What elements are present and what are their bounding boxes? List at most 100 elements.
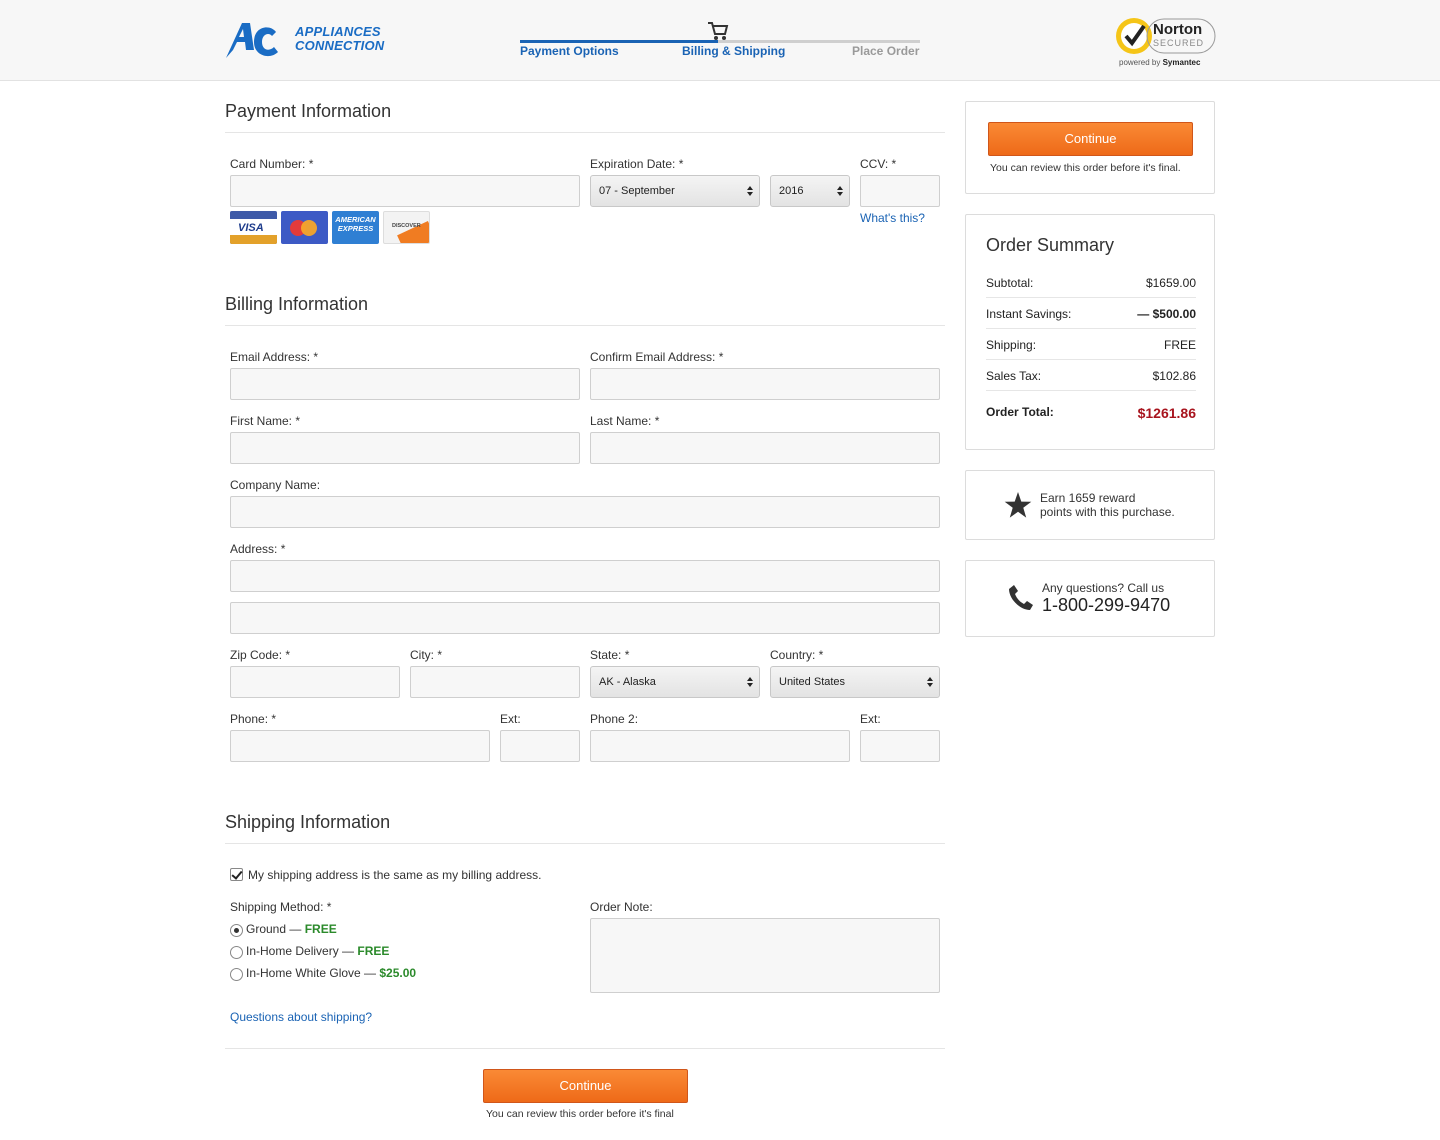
amex-card-text: AMERICAN EXPRESS xyxy=(335,215,376,233)
city-label: City: * xyxy=(410,648,443,662)
expiration-month-select[interactable]: 07 - September xyxy=(590,175,760,207)
order-note-textarea[interactable] xyxy=(590,918,940,993)
review-note-bottom: You can review this order before it's fi… xyxy=(486,1108,674,1120)
shipping-option-white-glove[interactable]: In-Home White Glove — $25.00 xyxy=(246,966,416,980)
order-summary-title: Order Summary xyxy=(986,235,1115,255)
ext-input[interactable] xyxy=(500,730,580,762)
shopping-cart-icon xyxy=(708,22,729,40)
site-header: APPLIANCES CONNECTION Payment Options Bi… xyxy=(0,0,1440,81)
order-summary-panel: Order Summary Subtotal: $1659.00 Instant… xyxy=(965,214,1215,450)
appliances-connection-logo[interactable]: APPLIANCES CONNECTION xyxy=(224,20,384,62)
norton-secured-badge[interactable]: Norton SECURED powered by Symantec xyxy=(1114,16,1218,70)
payment-section-title: Payment Information xyxy=(225,101,392,121)
rewards-text: Earn 1659 reward points with this purcha… xyxy=(1040,491,1175,519)
norton-powered-by: powered by Symantec xyxy=(1119,58,1200,67)
country-label: Country: * xyxy=(770,648,824,662)
summary-label: Shipping: xyxy=(986,338,1037,352)
continue-button-bottom[interactable]: Continue xyxy=(483,1069,688,1103)
last-name-input[interactable] xyxy=(590,432,940,464)
card-number-label: Card Number: * xyxy=(230,157,314,171)
order-total-value: $1261.86 xyxy=(1137,405,1196,421)
card-number-input[interactable] xyxy=(230,175,580,207)
mastercard-card-icon xyxy=(281,211,328,244)
shipping-option-ground[interactable]: Ground — FREE xyxy=(246,922,337,936)
shipping-questions-link[interactable]: Questions about shipping? xyxy=(230,1010,372,1024)
rewards-line-2: points with this purchase. xyxy=(1040,505,1175,519)
state-value: AK - Alaska xyxy=(599,676,656,688)
symantec-text: Symantec xyxy=(1162,58,1201,67)
shipping-method-label: Shipping Method: * xyxy=(230,900,332,914)
shipping-radio-in-home-delivery[interactable] xyxy=(230,946,243,959)
company-input[interactable] xyxy=(230,496,940,528)
rewards-line-1: Earn 1659 reward xyxy=(1040,491,1136,505)
address-label: Address: * xyxy=(230,542,286,556)
norton-wordmark: Norton xyxy=(1153,21,1203,38)
phone2-input[interactable] xyxy=(590,730,850,762)
step-place-order: Place Order xyxy=(852,44,920,58)
state-label: State: * xyxy=(590,648,630,662)
zip-input[interactable] xyxy=(230,666,400,698)
star-icon xyxy=(1004,492,1032,518)
summary-row-tax: Sales Tax: $102.86 xyxy=(986,360,1196,391)
ext2-input[interactable] xyxy=(860,730,940,762)
state-select[interactable]: AK - Alaska xyxy=(590,666,760,698)
city-input[interactable] xyxy=(410,666,580,698)
discover-card-text: DISCOVER xyxy=(392,223,421,229)
summary-value: — $500.00 xyxy=(1137,307,1196,321)
company-label: Company Name: xyxy=(230,478,321,492)
summary-label: Instant Savings: xyxy=(986,307,1072,321)
summary-value: $1659.00 xyxy=(1145,276,1196,290)
summary-label: Sales Tax: xyxy=(986,369,1042,383)
whats-this-link[interactable]: What's this? xyxy=(860,211,925,225)
select-arrows-icon xyxy=(837,186,843,196)
phone2-label: Phone 2: xyxy=(590,712,639,726)
shipping-section-title: Shipping Information xyxy=(225,812,391,832)
progress-fill xyxy=(520,40,718,43)
same-address-label[interactable]: My shipping address is the same as my bi… xyxy=(248,868,541,882)
same-address-checkbox[interactable] xyxy=(230,868,243,881)
step-billing-shipping[interactable]: Billing & Shipping xyxy=(682,44,785,58)
option-price: $25.00 xyxy=(379,966,417,980)
address-line1-input[interactable] xyxy=(230,560,940,592)
email-input[interactable] xyxy=(230,368,580,400)
summary-label: Subtotal: xyxy=(986,276,1034,290)
step-payment-options[interactable]: Payment Options xyxy=(520,44,619,58)
summary-row-subtotal: Subtotal: $1659.00 xyxy=(986,267,1196,298)
zip-label: Zip Code: * xyxy=(230,648,291,662)
summary-value: $102.86 xyxy=(1152,369,1196,383)
option-name: In-Home Delivery — xyxy=(246,944,358,958)
logo-line-2: CONNECTION xyxy=(295,38,385,53)
confirm-email-label: Confirm Email Address: * xyxy=(590,350,724,364)
expiration-month-value: 07 - September xyxy=(599,185,675,197)
ccv-input[interactable] xyxy=(860,175,940,207)
summary-row-shipping: Shipping: FREE xyxy=(986,329,1196,360)
checkout-progress: Payment Options Billing & Shipping Place… xyxy=(520,20,920,65)
sidebar-continue-panel: Continue You can review this order befor… xyxy=(965,101,1215,194)
phone-number[interactable]: 1-800-299-9470 xyxy=(1042,595,1170,616)
address-line2-input[interactable] xyxy=(230,602,940,634)
summary-row-total: Order Total: $1261.86 xyxy=(986,391,1196,422)
country-select[interactable]: United States xyxy=(770,666,940,698)
expiration-label: Expiration Date: * xyxy=(590,157,684,171)
divider xyxy=(225,132,945,133)
order-note-label: Order Note: xyxy=(590,900,653,914)
logo-line-1: APPLIANCES xyxy=(295,24,381,39)
phone-input[interactable] xyxy=(230,730,490,762)
phone-icon xyxy=(1009,585,1033,610)
option-price: FREE xyxy=(357,944,390,958)
shipping-radio-ground[interactable] xyxy=(230,924,243,937)
visa-card-text: VISA xyxy=(238,222,264,234)
continue-button-top[interactable]: Continue xyxy=(988,122,1193,156)
country-value: United States xyxy=(779,676,846,688)
expiration-year-value: 2016 xyxy=(779,185,804,197)
option-price: FREE xyxy=(304,922,337,936)
logo-wordmark: APPLIANCES CONNECTION xyxy=(295,25,384,53)
amex-card-icon: AMERICAN EXPRESS xyxy=(332,211,379,244)
first-name-input[interactable] xyxy=(230,432,580,464)
confirm-email-input[interactable] xyxy=(590,368,940,400)
shipping-option-in-home-delivery[interactable]: In-Home Delivery — FREE xyxy=(246,944,389,958)
shipping-radio-white-glove[interactable] xyxy=(230,968,243,981)
expiration-year-select[interactable]: 2016 xyxy=(770,175,850,207)
summary-row-savings: Instant Savings: — $500.00 xyxy=(986,298,1196,329)
select-arrows-icon xyxy=(927,677,933,687)
